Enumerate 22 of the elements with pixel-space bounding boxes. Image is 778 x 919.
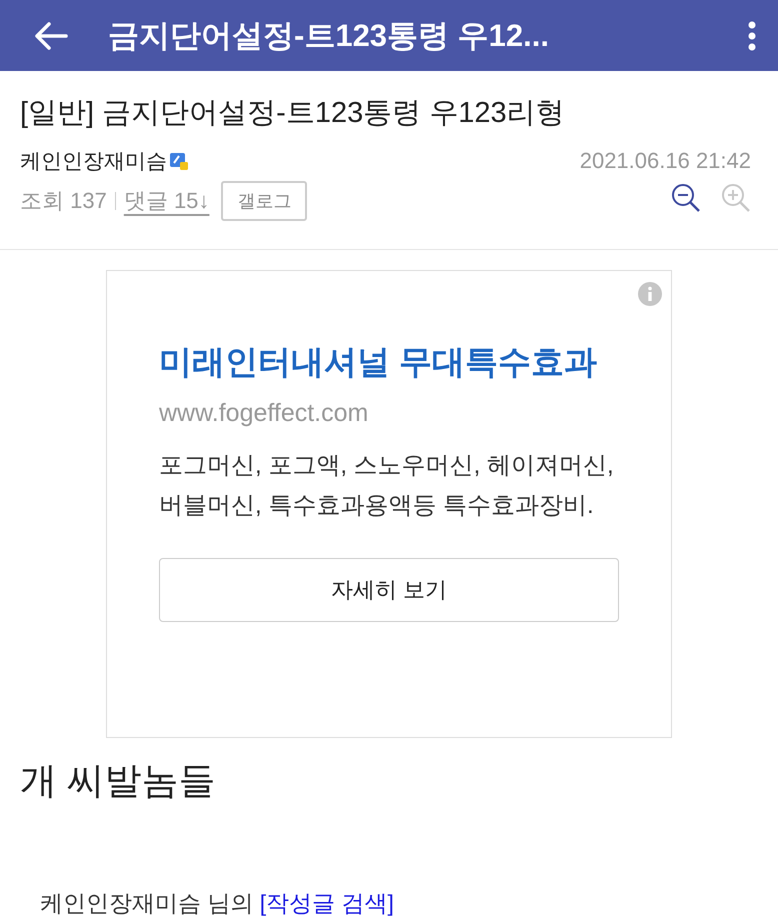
- app-bar-title: 금지단어설정-트123통령 우12...: [108, 16, 550, 55]
- zoom-in-icon: [720, 182, 752, 214]
- more-vertical-icon: [748, 20, 756, 51]
- author-name: 케인인장재미슴: [20, 149, 167, 176]
- details-button[interactable]: 자세히 보기: [159, 558, 619, 622]
- back-arrow-icon: [34, 20, 68, 51]
- author-posts-sentence: 케인인장재미슴 님의 [작성글 검색]: [40, 888, 395, 918]
- gallog-button[interactable]: 갤로그: [221, 181, 308, 222]
- ad-url: www.fogeffect.com: [159, 398, 370, 428]
- zoom-out-icon: [670, 182, 702, 214]
- ad-description: 포그머신, 포그액, 스노우머신, 헤이져머신, 버블머신, 특수효과용액등 특수효과장비.: [159, 450, 615, 521]
- search-posts-link[interactable]: [작성글 검색]: [260, 890, 394, 916]
- view-count: 조회 137: [20, 187, 107, 216]
- back-button[interactable]: [34, 20, 68, 51]
- ad-headline[interactable]: 미래인터내셔널 무대특수효과: [159, 338, 619, 385]
- post-body-text: 개 씨발놈들: [20, 758, 216, 803]
- more-menu-button[interactable]: [748, 20, 756, 51]
- post-title: [일반] 금지단어설정-트123통령 우123리형: [20, 96, 566, 132]
- zoom-out-button[interactable]: [670, 182, 702, 214]
- comments-link[interactable]: 댓글 15↓: [124, 186, 210, 216]
- post-date: 2021.06.16 21:42: [580, 148, 751, 174]
- member-badge-icon: [169, 151, 189, 172]
